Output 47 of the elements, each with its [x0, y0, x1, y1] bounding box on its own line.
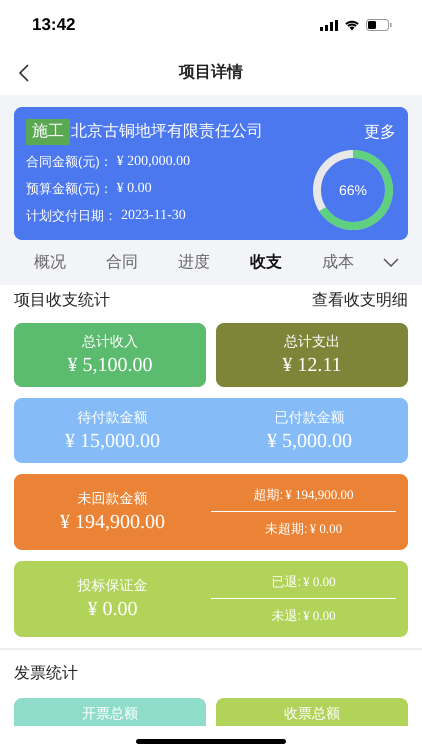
chevron-down-icon[interactable]	[383, 258, 399, 267]
stat-label: 未超期:	[264, 520, 308, 538]
stat-value: ¥ 0.00	[310, 520, 342, 538]
tab[interactable]: 合同	[86, 250, 158, 274]
progress-label: 66%	[338, 180, 368, 200]
field-value: ¥ 0.00	[116, 180, 152, 198]
tab[interactable]: 概况	[14, 250, 86, 274]
battery-icon	[366, 19, 392, 31]
tab[interactable]: 收支	[230, 250, 302, 274]
section-title: 项目收支统计	[14, 290, 110, 311]
stat-label: 超期:	[254, 486, 284, 504]
field-value: ¥ 200,000.00	[116, 153, 190, 171]
stat-label: 未退:	[271, 607, 302, 626]
company-name: 北京古铜地坪有限责任公司	[71, 122, 263, 142]
tab[interactable]: 进度	[158, 250, 230, 274]
signal-icon	[320, 20, 338, 30]
details-link[interactable]: 查看收支明细	[312, 289, 408, 313]
page-title: 项目详情	[179, 62, 243, 82]
stat-value: ¥ 12.11	[282, 353, 342, 378]
stat-value: ¥ 0.00	[88, 597, 138, 622]
stat-value: ¥ 5,000.00	[267, 428, 352, 454]
stat-value: ¥ 15,000.00	[65, 428, 160, 454]
field-label: 预算金额(元)：	[26, 180, 113, 198]
stage-tag: 施工	[26, 119, 70, 145]
field-label: 计划交付日期：	[26, 207, 117, 225]
stat-label: 待付款金额	[78, 408, 148, 426]
stat-value: ¥ 0.00	[303, 572, 336, 591]
stat-label: 已退:	[271, 572, 302, 591]
stat-label: 总计支出	[284, 332, 340, 351]
stat-label: 收票总额	[284, 704, 340, 723]
tab[interactable]: 成本	[302, 250, 374, 274]
stat-value: ¥ 194,900.00	[60, 510, 165, 535]
wifi-icon	[344, 19, 360, 31]
section-title: 发票统计	[14, 664, 78, 684]
stat-label: 已付款金额	[274, 408, 344, 426]
stat-value: ¥ 194,900.00	[285, 486, 354, 504]
status-time: 13:42	[31, 14, 76, 36]
stat-label: 投标保证金	[78, 576, 148, 595]
stat-label: 总计收入	[82, 332, 138, 351]
stat-value: ¥ 0.00	[303, 607, 336, 626]
more-link[interactable]: 更多	[364, 121, 396, 145]
stat-label: 未回款金额	[78, 489, 148, 508]
back-icon[interactable]	[18, 64, 30, 82]
field-value: 2023-11-30	[121, 207, 186, 225]
stat-value: ¥ 5,100.00	[68, 353, 152, 378]
field-label: 合同金额(元)：	[26, 153, 113, 171]
stat-label: 开票总额	[82, 704, 138, 723]
